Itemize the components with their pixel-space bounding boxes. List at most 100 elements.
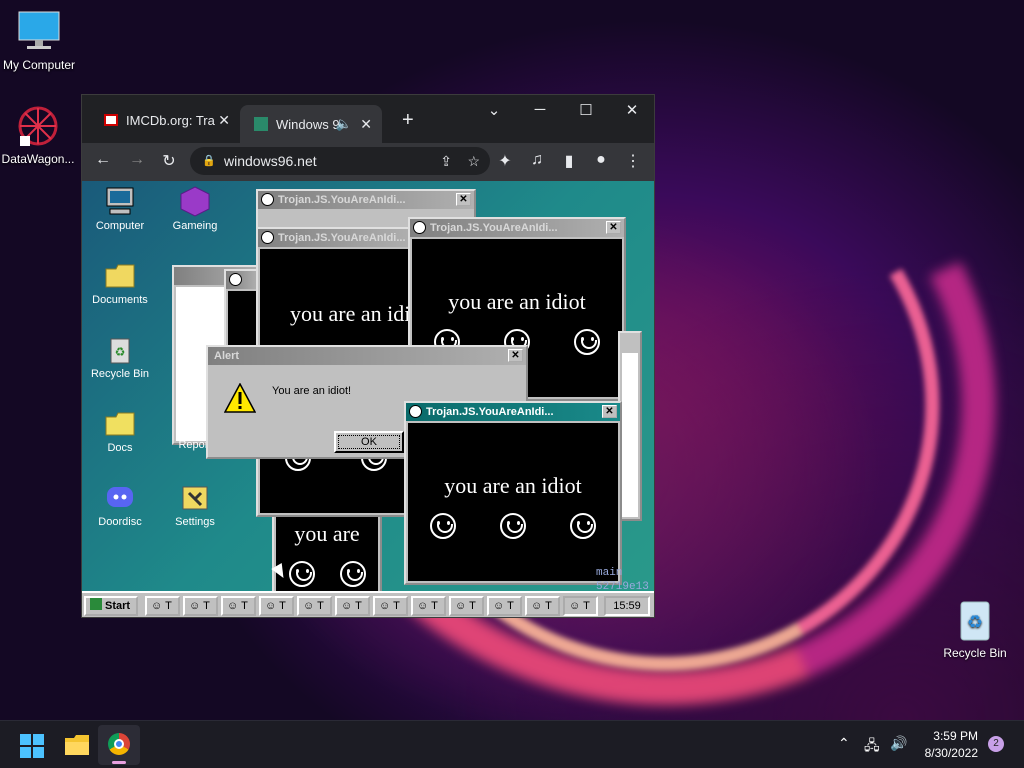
alert-message: You are an idiot! — [272, 385, 352, 397]
profile-icon[interactable]: ● — [590, 151, 612, 169]
close-window-icon[interactable]: ✕ — [612, 101, 652, 119]
desktop-icon-label: Recycle Bin — [943, 646, 1007, 660]
tab-windows96[interactable]: Windows 9 🔈 ✕ — [240, 105, 382, 143]
recycle-bin-icon: ♻ — [953, 598, 997, 642]
tab-strip: IMCDb.org: Tra ✕ Windows 9 🔈 ✕ + ⌄ ─ ☐ ✕ — [82, 95, 654, 143]
task-button[interactable]: ☺ T — [259, 596, 294, 616]
w96-icon-doordisc[interactable]: Doordisc — [85, 481, 155, 528]
desktop-icon-recycle-bin[interactable]: ♻ Recycle Bin — [933, 598, 1017, 660]
task-button-active[interactable]: ☺ T — [563, 596, 598, 616]
close-tab-icon[interactable]: ✕ — [360, 116, 372, 133]
window-title: Trojan.JS.YouAreAnIdi... — [278, 194, 406, 206]
smiley-face-icon — [500, 513, 526, 539]
trojan-window-front[interactable]: Trojan.JS.YouAreAnIdi... ✕ you are an idi… — [404, 401, 622, 585]
close-tab-icon[interactable]: ✕ — [218, 112, 230, 129]
clock[interactable]: 3:59 PM 8/30/2022 — [922, 729, 978, 760]
menu-icon[interactable]: ⋮ — [622, 151, 644, 171]
task-button[interactable]: ☺ T — [183, 596, 218, 616]
task-button[interactable]: ☺ T — [297, 596, 332, 616]
icon-label: Settings — [175, 516, 215, 528]
close-icon[interactable]: ✕ — [456, 193, 471, 206]
notification-badge[interactable]: 2 — [988, 736, 1004, 752]
close-icon[interactable]: ✕ — [606, 221, 621, 234]
task-button[interactable]: ☺ T — [373, 596, 408, 616]
smiley-face-icon — [430, 513, 456, 539]
icon-label: Documents — [92, 294, 148, 306]
maximize-icon[interactable]: ☐ — [566, 101, 606, 119]
w96-icon-gameing[interactable]: Gameing — [160, 185, 230, 232]
new-tab-button[interactable]: + — [388, 105, 424, 135]
cube-icon — [179, 185, 211, 217]
volume-icon[interactable]: 🔊 — [890, 735, 907, 752]
windows96-desktop[interactable]: Computer Gameing Documents ♻ Recycle Bin… — [82, 181, 654, 617]
w96-icon-settings[interactable]: Settings — [160, 481, 230, 528]
icon-label: Doordisc — [98, 516, 142, 528]
window-titlebar: Trojan.JS.YouAreAnIdi... ✕ — [406, 403, 620, 421]
settings-icon — [179, 481, 211, 513]
share-icon[interactable]: ⇪ — [440, 147, 452, 175]
desktop-icon-label: DataWagon... — [1, 152, 75, 166]
tab-label: Windows 9 — [276, 116, 340, 132]
desktop-icon-datawagon[interactable]: DataWagon... — [0, 104, 80, 166]
bookmark-star-icon[interactable]: ☆ — [467, 147, 480, 175]
computer-icon — [104, 185, 136, 217]
tab-label: IMCDb.org: Tra — [126, 112, 215, 128]
smiley-icon — [229, 273, 242, 286]
task-button[interactable]: ☺ T — [525, 596, 560, 616]
side-panel-icon[interactable]: ▮ — [558, 151, 580, 171]
w96-icon-computer[interactable]: Computer — [85, 185, 155, 232]
window-title: Trojan.JS.YouAreAnIdi... — [430, 222, 558, 234]
task-button[interactable]: ☺ T — [145, 596, 180, 616]
desktop-icon-label: My Computer — [2, 58, 76, 72]
browser-window: IMCDb.org: Tra ✕ Windows 9 🔈 ✕ + ⌄ ─ ☐ ✕… — [81, 94, 655, 618]
forward-icon[interactable]: → — [126, 151, 148, 169]
window-titlebar — [226, 271, 258, 289]
tab-search-icon[interactable]: ⌄ — [474, 101, 514, 119]
network-icon[interactable]: 🖧 — [864, 735, 880, 759]
task-button[interactable]: ☺ T — [487, 596, 522, 616]
close-icon[interactable]: ✕ — [508, 349, 523, 362]
w96-icon-recycle-bin[interactable]: ♻ Recycle Bin — [85, 333, 155, 380]
tray-date: 8/30/2022 — [924, 746, 978, 760]
w96-clock: 15:59 — [604, 596, 650, 616]
task-button[interactable]: ☺ T — [335, 596, 370, 616]
task-button[interactable]: ☺ T — [411, 596, 446, 616]
reload-icon[interactable]: ↻ — [158, 151, 180, 171]
icon-label: Gameing — [172, 220, 218, 232]
chrome-icon — [108, 733, 130, 755]
back-icon[interactable]: ← — [92, 151, 114, 169]
smiley-face-icon — [570, 513, 596, 539]
start-logo-icon — [90, 598, 102, 610]
start-label: Start — [105, 600, 131, 612]
task-button[interactable]: ☺ T — [221, 596, 256, 616]
monitor-icon — [17, 10, 61, 54]
svg-text:♻: ♻ — [967, 612, 983, 632]
task-button[interactable]: ☺ T — [449, 596, 484, 616]
chrome-taskbar-button[interactable] — [98, 725, 140, 765]
close-icon[interactable]: ✕ — [602, 405, 617, 418]
smiley-icon — [413, 221, 426, 234]
minimize-icon[interactable]: ─ — [520, 101, 560, 118]
icon-label: Recycle Bin — [90, 368, 150, 380]
recycle-bin-icon: ♻ — [104, 333, 136, 365]
tab-imcdb[interactable]: IMCDb.org: Tra ✕ — [90, 105, 240, 135]
w96-icon-documents[interactable]: Documents — [85, 259, 155, 306]
address-bar[interactable]: 🔒 windows96.net ⇪ ☆ — [190, 147, 490, 175]
file-explorer-icon[interactable] — [64, 733, 90, 762]
windows96-favicon-icon — [254, 117, 268, 131]
ok-button[interactable]: OK — [334, 431, 404, 453]
alert-titlebar: Alert ✕ — [208, 347, 526, 365]
desktop-icon-my-computer[interactable]: My Computer — [0, 10, 81, 72]
start-windows-icon[interactable] — [20, 734, 44, 763]
icon-label: Docs — [107, 442, 133, 454]
chevron-up-icon[interactable]: ⌃ — [838, 735, 850, 752]
start-button[interactable]: Start — [84, 596, 138, 616]
window-title: Trojan.JS.YouAreAnIdi... — [426, 406, 554, 418]
idiot-text: you are an idiot — [448, 289, 586, 314]
speaker-icon[interactable]: 🔈 — [336, 116, 352, 132]
taskbar: ⌃ 🖧 🔊 3:59 PM 8/30/2022 2 — [0, 720, 1024, 768]
extensions-icon[interactable]: ✦ — [494, 151, 516, 171]
media-control-icon[interactable]: ♫ — [526, 151, 548, 169]
w96-icon-docs[interactable]: Docs — [85, 407, 155, 454]
warning-icon — [223, 382, 257, 418]
